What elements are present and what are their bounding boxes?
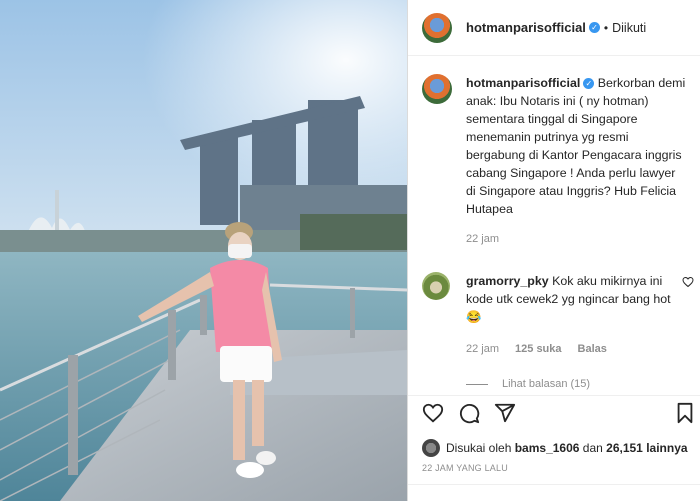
- comment-likes[interactable]: 125 suka: [515, 340, 561, 358]
- caption-time: 22 jam: [466, 233, 500, 245]
- verified-badge-icon: ✓: [588, 22, 600, 33]
- comment-time: 22 jam: [466, 343, 500, 355]
- bookmark-icon[interactable]: [674, 402, 696, 424]
- post-header: hotmanparisofficial ✓ • Diikuti: [408, 0, 700, 56]
- likes-prefix: Disukai oleh: [446, 441, 512, 455]
- heart-icon[interactable]: [422, 402, 444, 424]
- action-bar: [408, 395, 700, 431]
- verified-badge-icon: ✓: [583, 78, 595, 89]
- likes-user[interactable]: bams_1606: [515, 441, 580, 455]
- caption-username[interactable]: hotmanparisofficial: [466, 76, 580, 90]
- post-side-panel: hotmanparisofficial ✓ • Diikuti hotmanpa…: [407, 0, 700, 501]
- likes-count[interactable]: 26,151 lainnya: [606, 441, 687, 455]
- likes-summary: Disukai oleh bams_1606 dan 26,151 lainny…: [422, 439, 688, 457]
- comment-avatar[interactable]: [422, 272, 450, 300]
- replies-divider: [466, 383, 488, 385]
- header-username[interactable]: hotmanparisofficial: [466, 20, 586, 35]
- comment-heart-icon[interactable]: [682, 276, 694, 288]
- view-replies[interactable]: Lihat balasan (15): [466, 378, 700, 390]
- comment-icon[interactable]: [458, 402, 480, 424]
- likes-middle: dan: [582, 441, 603, 455]
- comment-item: gramorry_pky Kok aku mikirnya ini kode u…: [408, 248, 700, 358]
- reply-button[interactable]: Balas: [578, 340, 607, 358]
- caption-avatar[interactable]: [422, 74, 452, 104]
- share-icon[interactable]: [494, 402, 516, 424]
- separator-dot: •: [603, 20, 609, 35]
- add-comment-bar[interactable]: [408, 484, 700, 501]
- instagram-post-view: hotmanparisofficial ✓ • Diikuti hotmanpa…: [0, 0, 700, 501]
- view-replies-label[interactable]: Lihat balasan (15): [502, 378, 590, 390]
- liker-avatar[interactable]: [422, 439, 440, 457]
- caption: hotmanparisofficial ✓ Berkorban demi anak…: [408, 56, 700, 248]
- avatar[interactable]: [422, 12, 452, 43]
- comments-section[interactable]: hotmanparisofficial ✓ Berkorban demi anak…: [408, 56, 700, 396]
- post-photo[interactable]: [0, 0, 407, 501]
- follow-status-button[interactable]: Diikuti: [612, 21, 646, 35]
- post-timestamp: 22 JAM YANG LALU: [422, 463, 508, 473]
- comment-username[interactable]: gramorry_pky: [466, 274, 549, 288]
- caption-text: Berkorban demi anak: Ibu Notaris ini ( n…: [466, 76, 686, 216]
